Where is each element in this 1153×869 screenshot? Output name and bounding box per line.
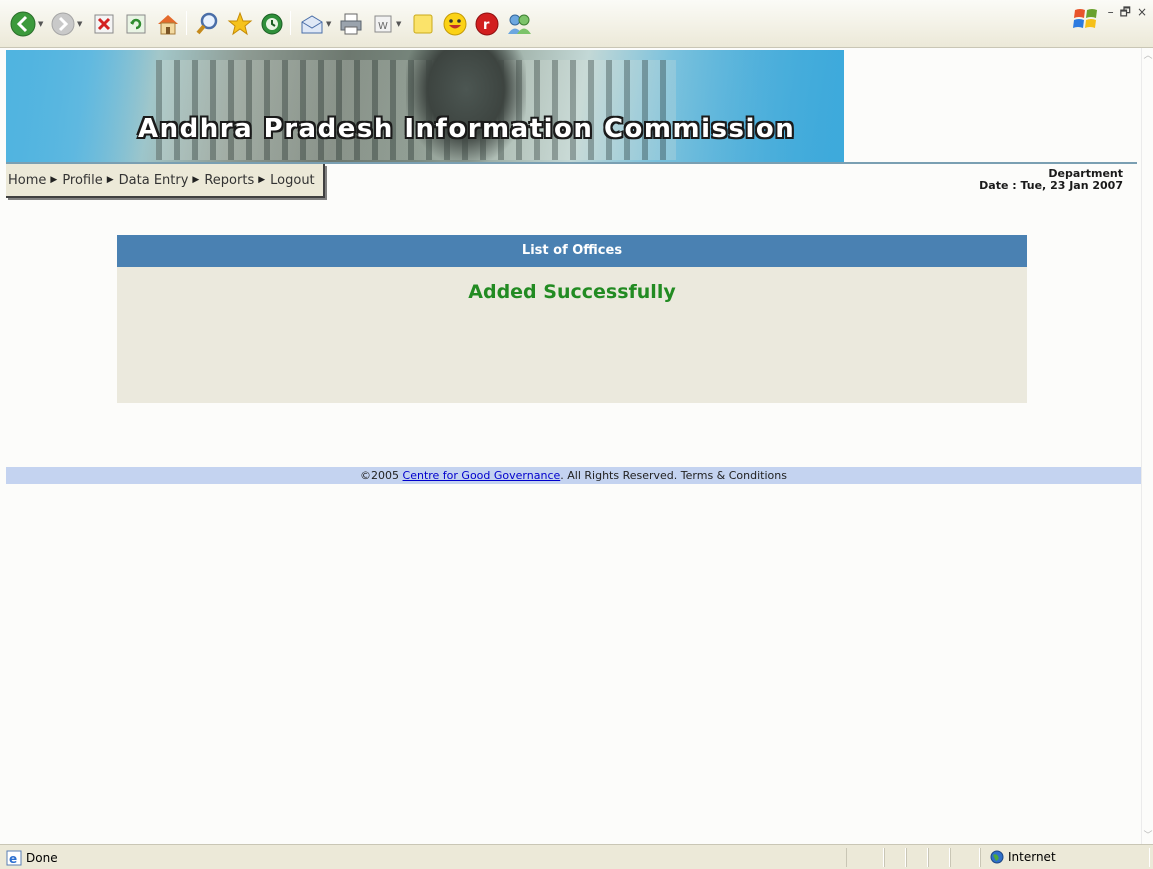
restore-button[interactable]: 🗗 — [1120, 6, 1131, 18]
main-menu: Home ▶ Profile ▶ Data Entry ▶ Reports ▶ … — [6, 164, 325, 198]
mail-dropdown-icon[interactable]: ▼ — [326, 20, 331, 28]
panel-title: List of Offices — [117, 235, 1027, 267]
browser-toolbar: ▼ ▼ ▼ W ▼ r – 🗗 × — [0, 0, 1153, 48]
ie-page-icon: e — [6, 850, 22, 866]
edit-dropdown-icon[interactable]: ▼ — [396, 20, 401, 28]
toolbar-separator — [290, 11, 291, 35]
search-icon[interactable] — [193, 9, 223, 39]
submenu-arrow-icon: ▶ — [50, 175, 58, 185]
menu-item-label[interactable]: Profile — [62, 173, 102, 188]
messenger-smiley-icon[interactable] — [440, 9, 470, 39]
zone-label: Internet — [1008, 850, 1056, 864]
history-icon[interactable] — [257, 9, 287, 39]
notes-icon[interactable] — [408, 9, 438, 39]
status-bar: e Done Internet — [0, 844, 1153, 869]
menu-item-data-entry[interactable]: Data Entry ▶ — [119, 173, 205, 188]
site-banner: Andhra Pradesh Information Commission — [6, 50, 844, 162]
toolbar-separator — [186, 11, 187, 35]
success-message: Added Successfully — [468, 281, 676, 303]
menu-item-profile[interactable]: Profile ▶ — [62, 173, 118, 188]
home-icon[interactable] — [153, 9, 183, 39]
forward-icon[interactable] — [48, 9, 78, 39]
vertical-scrollbar[interactable]: ︿ ﹀ — [1141, 48, 1153, 844]
status-left: e Done — [6, 850, 58, 866]
menu-item-home[interactable]: Home ▶ — [8, 173, 62, 188]
scroll-down-icon[interactable]: ﹀ — [1143, 830, 1153, 842]
scroll-up-icon[interactable]: ︿ — [1143, 50, 1153, 62]
page-viewport: Andhra Pradesh Information Commission Ho… — [0, 48, 1141, 844]
submenu-arrow-icon: ▶ — [106, 175, 114, 185]
current-date: Date : Tue, 23 Jan 2007 — [979, 179, 1123, 192]
menu-item-label[interactable]: Home — [8, 173, 46, 188]
menu-item-logout[interactable]: Logout — [270, 173, 315, 188]
globe-icon — [990, 850, 1004, 864]
menu-item-label[interactable]: Data Entry — [119, 173, 189, 188]
status-text: Done — [26, 851, 58, 865]
department-info: Department Date : Tue, 23 Jan 2007 — [979, 168, 1123, 192]
toolbar-red-button-icon[interactable]: r — [472, 9, 502, 39]
forward-dropdown-icon[interactable]: ▼ — [77, 20, 82, 28]
minimize-button[interactable]: – — [1108, 6, 1114, 18]
page-footer: ©2005 Centre for Good Governance. All Ri… — [6, 467, 1141, 484]
windows-logo-icon — [1072, 9, 1097, 28]
back-icon[interactable] — [8, 9, 38, 39]
window-controls: – 🗗 × — [1072, 6, 1147, 32]
menu-item-label[interactable]: Reports — [204, 173, 254, 188]
edit-icon[interactable]: W — [368, 9, 398, 39]
stop-icon[interactable] — [89, 9, 119, 39]
svg-text:e: e — [9, 852, 17, 866]
svg-text:W: W — [378, 21, 388, 32]
offices-panel: List of Offices Added Successfully — [117, 235, 1027, 403]
contacts-icon[interactable] — [504, 9, 534, 39]
submenu-arrow-icon: ▶ — [192, 175, 200, 185]
mail-icon[interactable] — [297, 9, 327, 39]
menu-item-reports[interactable]: Reports ▶ — [204, 173, 270, 188]
footer-copyright: ©2005 — [360, 469, 403, 482]
security-zone: Internet — [990, 850, 1056, 864]
favorites-icon[interactable] — [225, 9, 255, 39]
print-icon[interactable] — [336, 9, 366, 39]
refresh-icon[interactable] — [121, 9, 151, 39]
site-title: Andhra Pradesh Information Commission — [138, 114, 796, 144]
footer-rights: . All Rights Reserved. Terms & Condition… — [560, 469, 787, 482]
back-dropdown-icon[interactable]: ▼ — [38, 20, 43, 28]
submenu-arrow-icon: ▶ — [258, 175, 266, 185]
menu-item-label[interactable]: Logout — [270, 173, 315, 188]
svg-text:r: r — [483, 18, 490, 33]
close-button[interactable]: × — [1137, 6, 1147, 18]
footer-cgg-link[interactable]: Centre for Good Governance — [403, 469, 561, 482]
